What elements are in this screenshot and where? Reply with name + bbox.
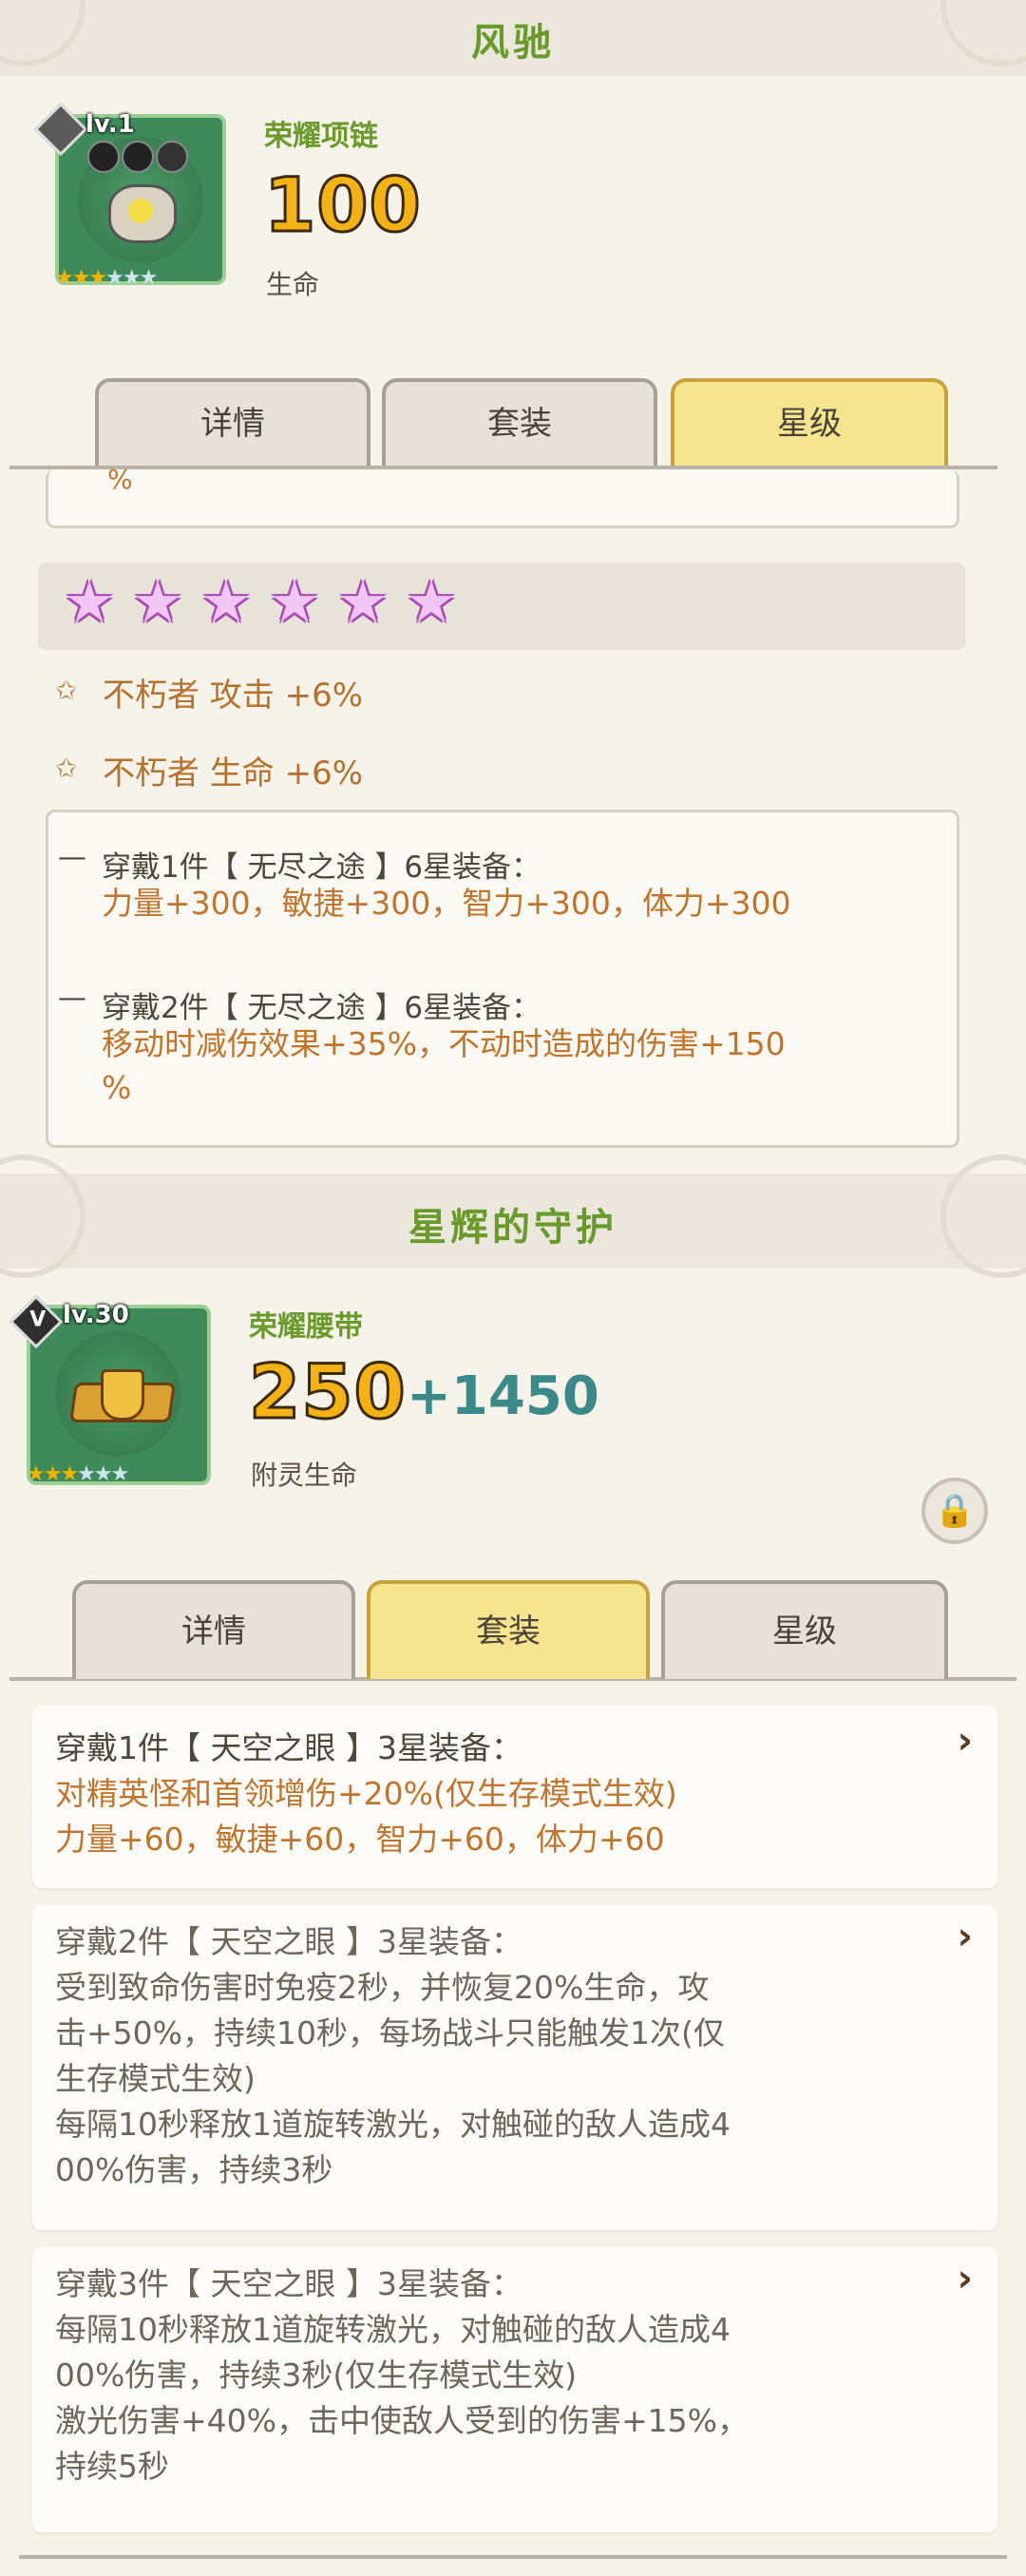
item-panel-necklace: 风驰 lv.1 ★★★★★★ 荣耀项链 100 生命 详情 套装 星级 % ★ … — [0, 0, 1026, 1174]
set-card-line: 力量+60，敏捷+60，智力+60，体力+60 — [55, 1821, 665, 1858]
set-card-title: 穿戴2件【 天空之眼 】3星装备： — [55, 1923, 522, 1960]
item-level: lv.30 — [63, 1301, 129, 1329]
star-bonus: 不朽者 攻击 +6% — [103, 677, 364, 715]
star-bullet-icon: ✩ — [55, 675, 78, 706]
socket-icon — [122, 141, 154, 173]
star-bonus: 不朽者 生命 +6% — [103, 754, 364, 792]
bottom-divider — [19, 2555, 1007, 2559]
set-effect-title: 穿戴1件【 无尽之途 】6星装备： — [102, 850, 542, 885]
item-icon-necklace[interactable] — [55, 114, 226, 285]
tab-stars[interactable]: 星级 — [661, 1580, 948, 1679]
set-effect-box: — 穿戴1件【 无尽之途 】6星装备： 力量+300，敏捷+300，智力+300… — [46, 810, 960, 1148]
lock-icon[interactable]: 🔒 — [922, 1478, 988, 1544]
set-effect-line: % — [102, 1069, 132, 1106]
set-card-title: 穿戴3件【 天空之眼 】3星装备： — [55, 2265, 522, 2302]
tab-set[interactable]: 套装 — [367, 1580, 650, 1679]
purple-star-icon: ★ — [200, 569, 252, 636]
set-card-line: 每隔10秒释放1道旋转激光，对触碰的敌人造成4 — [55, 2106, 731, 2143]
purple-star-icon: ★ — [132, 569, 183, 636]
purple-star-icon: ★ — [269, 569, 320, 636]
stat-label: 生命 — [266, 269, 320, 300]
purple-star-icon: ★ — [64, 569, 115, 636]
star-bullet-icon: ✩ — [55, 753, 78, 784]
chevron-right-icon[interactable]: › — [958, 1719, 973, 1763]
star-icon: ★★★ — [55, 266, 107, 290]
section-title: 风驰 — [471, 21, 555, 65]
section-title: 星辉的守护 — [408, 1206, 618, 1250]
item-name: 荣耀腰带 — [249, 1310, 363, 1344]
tab-stars[interactable]: 星级 — [671, 378, 948, 466]
purple-star-icon: ★ — [337, 569, 389, 636]
socket-icon — [156, 141, 188, 173]
item-star-rating: ★★★★★★ — [27, 1462, 129, 1486]
necklace-gem-icon — [108, 184, 177, 243]
stat-label: 附灵生命 — [251, 1460, 358, 1491]
item-panel-belt: 星辉的守护 V lv.30 ★★★★★★ 荣耀腰带 250 +1450 附灵生命… — [0, 1154, 1026, 2576]
set-card-line: 生存模式生效) — [55, 2060, 256, 2097]
tab-set[interactable]: 套装 — [382, 378, 657, 466]
set-card-line: 受到致命伤害时免疫2秒，并恢复20%生命，攻 — [55, 1969, 710, 2006]
set-card-line: 00%伤害，持续3秒(仅生存模式生效) — [55, 2357, 578, 2394]
set-card[interactable]: 穿戴3件【 天空之眼 】3星装备： 每隔10秒释放1道旋转激光，对触碰的敌人造成… — [32, 2247, 998, 2532]
scrolled-detail-box: % — [46, 464, 960, 528]
chevron-right-icon[interactable]: › — [958, 1915, 973, 1958]
star-icon: ★★★ — [105, 266, 158, 290]
item-star-rating: ★★★★★★ — [55, 266, 158, 290]
chevron-right-icon[interactable]: › — [958, 2257, 973, 2300]
item-level: lv.1 — [86, 110, 135, 139]
dash-icon: — — [58, 982, 86, 1015]
rank-letter: V — [29, 1307, 47, 1332]
set-card-line: 00%伤害，持续3秒 — [55, 2151, 333, 2188]
section-header: 星辉的守护 — [0, 1154, 1026, 1278]
dash-icon: — — [58, 841, 86, 874]
set-card-title: 穿戴1件【 天空之眼 】3星装备： — [55, 1729, 522, 1766]
star-icon: ★★★ — [77, 1462, 129, 1486]
cut-text: % — [107, 464, 133, 495]
item-icon-belt[interactable] — [27, 1305, 211, 1485]
set-card-line: 击+50%，持续10秒，每场战斗只能触发1次(仅 — [55, 2014, 725, 2051]
tab-details[interactable]: 详情 — [95, 378, 370, 466]
star-icon: ★★★ — [27, 1462, 79, 1486]
section-header: 风驰 — [0, 0, 1026, 76]
set-card-line: 激光伤害+40%，击中使敌人受到的伤害+15%， — [55, 2402, 749, 2439]
set-effect-title: 穿戴2件【 无尽之途 】6星装备： — [102, 991, 542, 1025]
set-effect-line: 移动时减伤效果+35%，不动时造成的伤害+150 — [102, 1025, 786, 1062]
set-card[interactable]: 穿戴1件【 天空之眼 】3星装备： 对精英怪和首领增伤+20%(仅生存模式生效)… — [32, 1706, 998, 1888]
purple-star-icon: ★ — [406, 569, 457, 636]
item-value: 100 — [263, 162, 423, 251]
set-card[interactable]: 穿戴2件【 天空之眼 】3星装备： 受到致命伤害时免疫2秒，并恢复20%生命，攻… — [32, 1905, 998, 2230]
set-card-line: 对精英怪和首领增伤+20%(仅生存模式生效) — [55, 1775, 677, 1812]
item-name: 荣耀项链 — [264, 120, 378, 153]
belt-buckle-icon — [101, 1369, 144, 1421]
tab-details[interactable]: 详情 — [72, 1580, 355, 1679]
socket-icon — [87, 141, 120, 173]
item-value: 250 — [248, 1349, 408, 1438]
star-level-bar: ★ ★ ★ ★ ★ ★ — [38, 563, 965, 650]
set-card-line: 持续5秒 — [55, 2448, 169, 2485]
set-effect-line: 力量+300，敏捷+300，智力+300，体力+300 — [102, 885, 791, 922]
set-card-line: 每隔10秒释放1道旋转激光，对触碰的敌人造成4 — [55, 2311, 731, 2348]
bonus-value: +1450 — [407, 1365, 599, 1427]
